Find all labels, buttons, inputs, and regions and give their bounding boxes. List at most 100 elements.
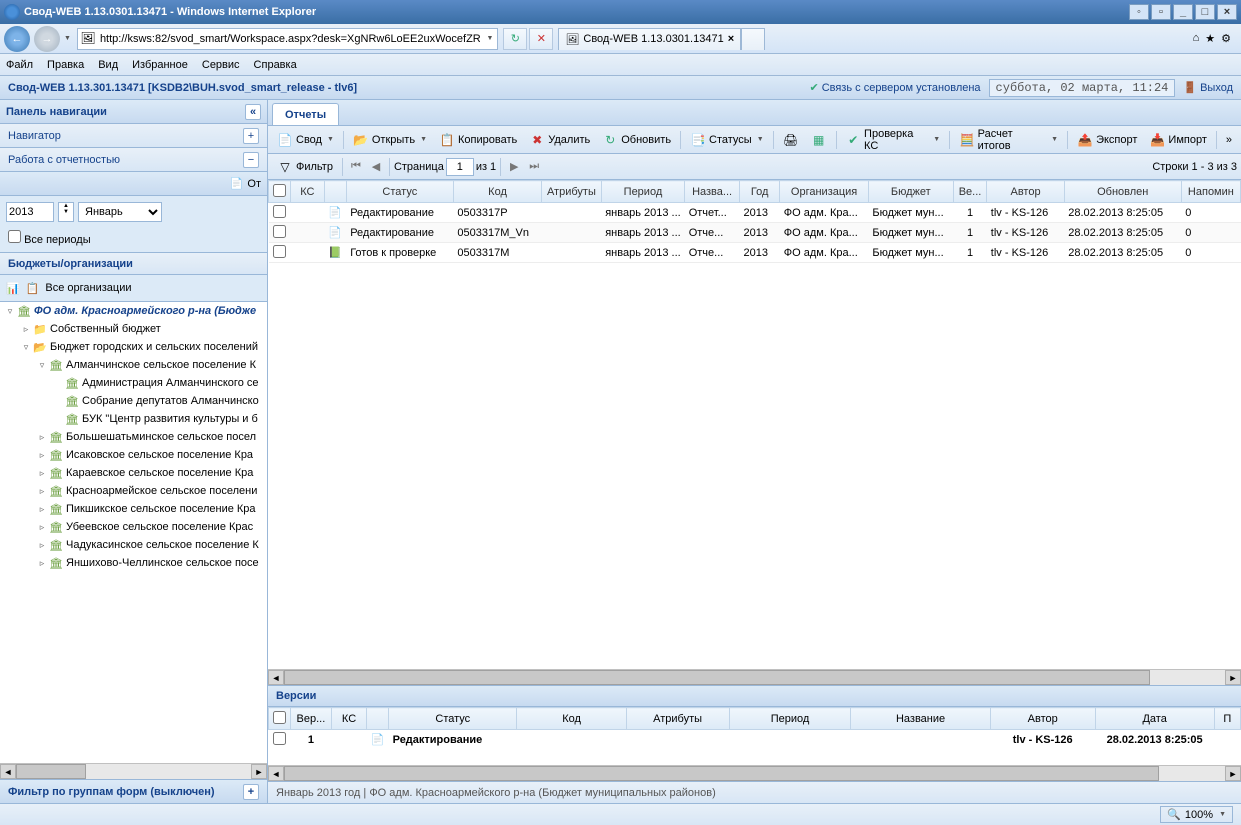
svod-button[interactable]: 📄Свод▼ — [272, 129, 339, 151]
column-header[interactable]: Период — [601, 181, 684, 203]
column-header[interactable]: П — [1214, 708, 1240, 730]
tree-node[interactable]: ▹🏛Чадукасинское сельское поселение К — [0, 536, 267, 554]
column-header[interactable] — [269, 181, 291, 203]
row-checkbox[interactable] — [273, 205, 286, 218]
tree-node[interactable]: 🏛Администрация Алманчинского се — [0, 374, 267, 392]
scroll-right-icon[interactable]: ► — [1225, 766, 1241, 781]
new-tab-button[interactable] — [741, 28, 765, 50]
column-header[interactable]: Название — [851, 708, 990, 730]
column-header[interactable]: Код — [517, 708, 626, 730]
year-input[interactable] — [6, 202, 54, 222]
browser-tab[interactable]: 🖼 Свод-WEB 1.13.0301.13471 × — [558, 28, 741, 50]
home-icon[interactable]: ⌂ — [1193, 32, 1200, 45]
tools-icon[interactable]: ⚙ — [1221, 32, 1231, 45]
scroll-thumb[interactable] — [16, 764, 86, 779]
select-all-checkbox[interactable] — [273, 184, 286, 197]
column-header[interactable] — [269, 708, 291, 730]
tree-node[interactable]: ▹📁Собственный бюджет — [0, 320, 267, 338]
versions-grid[interactable]: Вер...КССтатусКодАтрибутыПериодНазваниеА… — [268, 707, 1241, 765]
expander-icon[interactable]: ▹ — [36, 450, 48, 461]
column-header[interactable]: Бюджет — [868, 181, 953, 203]
menu-edit[interactable]: Правка — [47, 59, 84, 71]
scroll-thumb[interactable] — [284, 670, 1150, 685]
tree-node[interactable]: ▹🏛Караевское сельское поселение Кра — [0, 464, 267, 482]
scroll-thumb[interactable] — [284, 766, 1159, 781]
export-button[interactable]: 📤Экспорт — [1072, 129, 1142, 151]
row-checkbox[interactable] — [273, 732, 286, 745]
scroll-left-icon[interactable]: ◄ — [0, 764, 16, 779]
navigator-accordion[interactable]: Навигатор + — [0, 124, 267, 148]
table-row[interactable]: 📄Редактирование0503317M_Vnянварь 2013 ..… — [269, 223, 1241, 243]
month-select[interactable]: Январь — [78, 202, 162, 222]
scroll-right-icon[interactable]: ► — [251, 764, 267, 779]
close-button[interactable]: × — [1217, 4, 1237, 20]
overflow-button[interactable]: » — [1221, 129, 1237, 151]
tree-node[interactable]: 🏛Собрание депутатов Алманчинско — [0, 392, 267, 410]
next-page-button[interactable]: ▶ — [505, 158, 523, 176]
tree-node[interactable]: ▹🏛Яншихово-Челлинское сельское посе — [0, 554, 267, 572]
table-row[interactable]: 1📄Редактированиеtlv - KS-12628.02.2013 8… — [269, 730, 1241, 750]
tree-node[interactable]: ▹🏛Пикшикское сельское поселение Кра — [0, 500, 267, 518]
grid-hscroll[interactable]: ◄ ► — [268, 669, 1241, 685]
tab-close-icon[interactable]: × — [728, 33, 734, 45]
expander-icon[interactable]: ▹ — [20, 324, 32, 335]
page-input[interactable] — [446, 158, 474, 176]
year-spinner[interactable]: ▲▼ — [58, 202, 74, 222]
scroll-right-icon[interactable]: ► — [1225, 670, 1241, 685]
column-header[interactable]: Организация — [780, 181, 869, 203]
versions-hscroll[interactable]: ◄ ► — [268, 765, 1241, 781]
column-header[interactable]: Автор — [990, 708, 1095, 730]
column-header[interactable]: КС — [331, 708, 366, 730]
collapse-sidebar-button[interactable]: « — [245, 104, 261, 120]
filter-button[interactable]: ▽Фильтр — [272, 156, 338, 178]
maximize-button[interactable]: □ — [1195, 4, 1215, 20]
column-header[interactable]: Атрибуты — [626, 708, 729, 730]
open-button[interactable]: 📂Открыть▼ — [348, 129, 432, 151]
expander-icon[interactable]: ▿ — [36, 360, 48, 371]
statuses-button[interactable]: 📑Статусы▼ — [685, 129, 769, 151]
column-header[interactable]: Дата — [1095, 708, 1214, 730]
column-header[interactable]: Ве... — [953, 181, 987, 203]
excel-button[interactable]: ▦ — [806, 129, 832, 151]
work-reports-accordion[interactable]: Работа с отчетностью − — [0, 148, 267, 172]
calc-totals-button[interactable]: 🧮Расчет итогов▼ — [954, 129, 1063, 151]
column-header[interactable]: КС — [291, 181, 325, 203]
expander-icon[interactable]: ▹ — [36, 468, 48, 479]
favorites-icon[interactable]: ★ — [1205, 32, 1215, 45]
menu-help[interactable]: Справка — [254, 59, 297, 71]
tree-node[interactable]: ▿🏛ФО адм. Красноармейского р-на (Бюдже — [0, 302, 267, 320]
column-header[interactable]: Статус — [389, 708, 517, 730]
tree-node[interactable]: 🏛БУК "Центр развития культуры и б — [0, 410, 267, 428]
exit-button[interactable]: 🚪Выход — [1183, 81, 1233, 94]
delete-button[interactable]: ✖Удалить — [524, 129, 595, 151]
all-periods-checkbox[interactable] — [8, 230, 21, 243]
expander-icon[interactable]: ▿ — [4, 306, 16, 317]
all-periods-label[interactable]: Все периоды — [8, 234, 91, 246]
connection-status[interactable]: ✔Связь с сервером установлена — [809, 81, 980, 94]
column-header[interactable] — [367, 708, 389, 730]
menu-service[interactable]: Сервис — [202, 59, 240, 71]
reports-grid[interactable]: КССтатусКодАтрибутыПериодНазва...ГодОрга… — [268, 180, 1241, 669]
column-header[interactable]: Вер... — [291, 708, 332, 730]
menu-file[interactable]: Файл — [6, 59, 33, 71]
last-page-button[interactable]: ⏭ — [525, 158, 543, 176]
column-header[interactable]: Код — [453, 181, 541, 203]
table-row[interactable]: 📄Редактирование0503317Pянварь 2013 ...От… — [269, 203, 1241, 223]
tree-node[interactable]: ▹🏛Большешатьминское сельское посел — [0, 428, 267, 446]
org-tree[interactable]: ▿🏛ФО адм. Красноармейского р-на (Бюдже▹📁… — [0, 301, 267, 763]
tree-node[interactable]: ▹🏛Красноармейское сельское поселени — [0, 482, 267, 500]
zoom-control[interactable]: 🔍100%▼ — [1160, 806, 1233, 823]
collapse-reports-button[interactable]: − — [243, 152, 259, 168]
column-header[interactable]: Год — [739, 181, 779, 203]
document-icon[interactable]: 📄 — [230, 177, 244, 190]
all-orgs-link[interactable]: Все организации — [45, 282, 131, 294]
tree-node[interactable]: ▹🏛Убеевское сельское поселение Крас — [0, 518, 267, 536]
sidebar-hscroll[interactable]: ◄ ► — [0, 763, 267, 779]
print-button[interactable]: 🖨 — [778, 129, 804, 151]
address-bar[interactable]: 🖼 ▼ — [77, 28, 498, 50]
tab-reports[interactable]: Отчеты — [272, 103, 339, 125]
tree-collapse-icon[interactable]: 📋 — [26, 282, 40, 295]
menu-view[interactable]: Вид — [98, 59, 118, 71]
scroll-left-icon[interactable]: ◄ — [268, 766, 284, 781]
refresh-browser-button[interactable]: ↻ — [503, 28, 527, 50]
